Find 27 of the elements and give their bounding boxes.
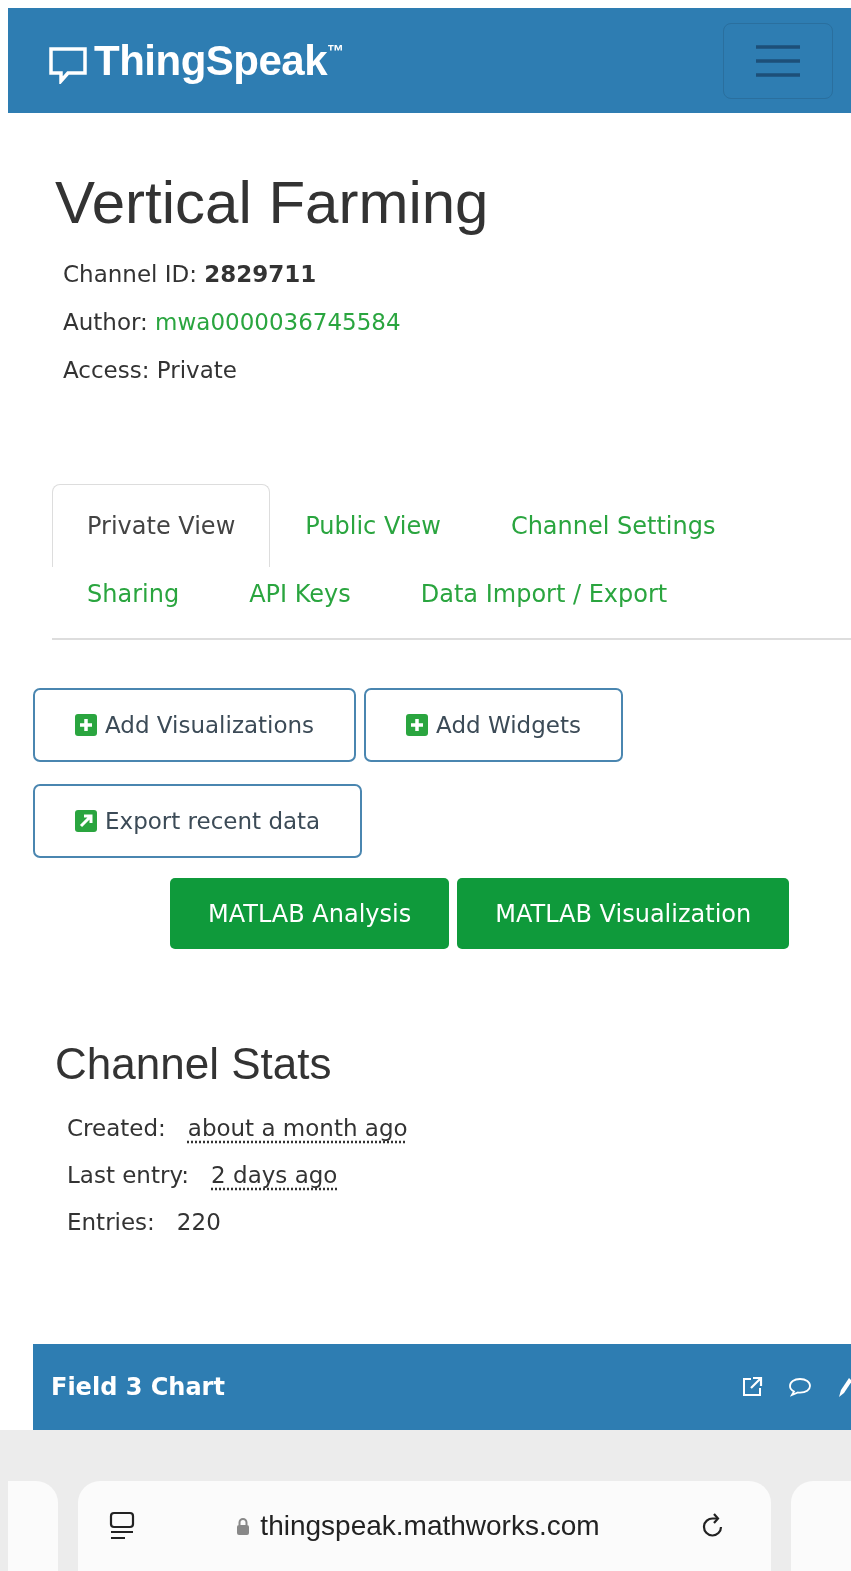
toolbar-button[interactable]: Add Widgets bbox=[364, 688, 623, 762]
channel-meta-line: Channel ID: 2829711 bbox=[63, 260, 318, 289]
url-text: thingspeak.mathworks.com bbox=[236, 1510, 600, 1542]
section-heading: Channel Stats bbox=[55, 1039, 333, 1089]
tab[interactable]: Channel Settings bbox=[475, 484, 751, 567]
toolbar-button[interactable]: Export recent data bbox=[33, 784, 363, 858]
matlab-button[interactable]: MATLAB Visualization bbox=[457, 878, 790, 949]
tab[interactable]: Private View bbox=[52, 484, 271, 567]
stat-value: about a month ago bbox=[187, 1114, 408, 1143]
toolbar-button[interactable]: Add Visualizations bbox=[33, 688, 357, 762]
tab[interactable]: Public View bbox=[270, 484, 476, 567]
channel-meta-line: Access: Private bbox=[63, 356, 238, 385]
stat-label: Created: bbox=[67, 1114, 166, 1143]
tab[interactable]: Data Import / Export bbox=[385, 567, 703, 620]
tab[interactable]: API Keys bbox=[214, 567, 386, 620]
channel-title: Vertical Farming bbox=[55, 170, 490, 236]
stat-label: Last entry: bbox=[67, 1161, 190, 1190]
address-bar[interactable]: thingspeak.mathworks.com bbox=[78, 1481, 771, 1571]
brand-name[interactable]: ThingSpeak$^{™}$ bbox=[94, 36, 344, 85]
tab[interactable]: Sharing bbox=[52, 567, 215, 620]
stat-value: 2 days ago bbox=[211, 1161, 338, 1190]
matlab-button[interactable]: MATLAB Analysis bbox=[170, 878, 450, 949]
stat-value: 220 bbox=[176, 1208, 221, 1237]
panel-title: Field 3 Chart bbox=[51, 1373, 225, 1401]
author-link[interactable]: mwa0000036745584 bbox=[155, 309, 401, 335]
channel-meta-line: Author: mwa0000036745584 bbox=[63, 308, 402, 337]
stat-label: Entries: bbox=[67, 1208, 155, 1237]
